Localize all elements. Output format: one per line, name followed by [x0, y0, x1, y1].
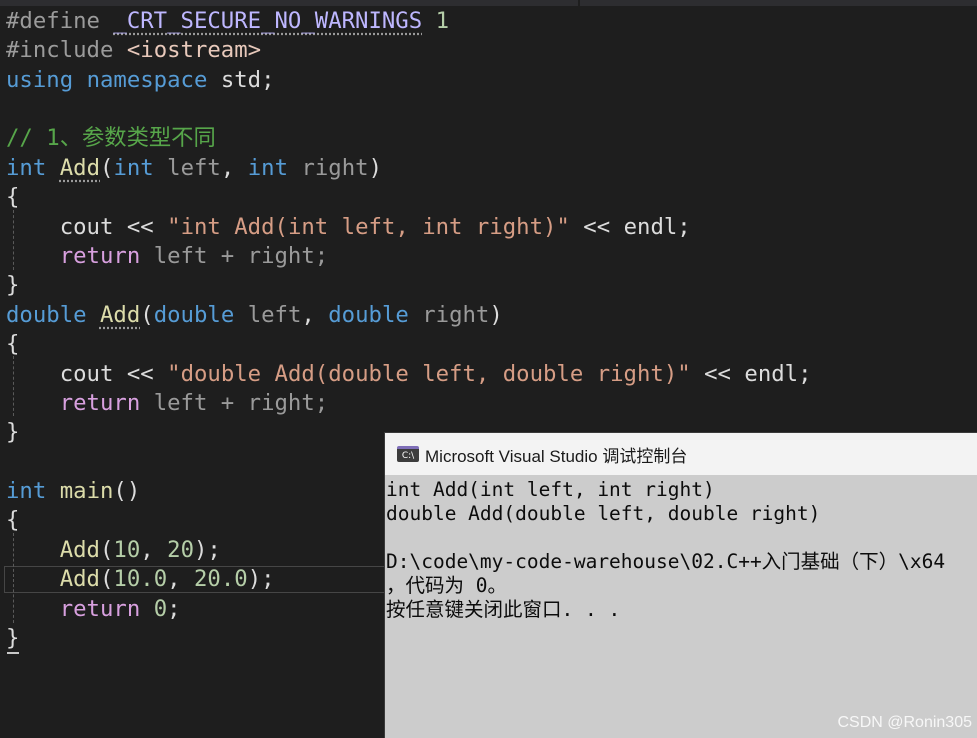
console-app-icon: C:\	[397, 446, 419, 462]
code-line-using: using namespace std;	[6, 67, 275, 93]
code-brace-close: }	[6, 419, 20, 445]
code-line-return-int: return left + right;	[59, 243, 329, 269]
preprocessor-define: #define	[6, 8, 100, 34]
console-line: double Add(double left, double right)	[386, 502, 821, 525]
code-brace-close: }	[6, 625, 20, 651]
code-line-int-add-signature: int Add(int left, int right)	[6, 155, 382, 181]
console-titlebar[interactable]: C:\ Microsoft Visual Studio 调试控制台	[385, 433, 977, 475]
indent-guide	[13, 356, 14, 416]
console-line: D:\code\my-code-warehouse\02.C++入门基础（下）\…	[386, 550, 946, 573]
code-brace-open: {	[6, 331, 20, 357]
code-line-main-signature: int main()	[6, 478, 141, 504]
code-line-double-add-signature: double Add(double left, double right)	[6, 302, 503, 328]
code-line-return-double: return left + right;	[59, 390, 329, 416]
console-title: Microsoft Visual Studio 调试控制台	[425, 446, 688, 466]
code-line-call-double: Add(10.0, 20.0);	[59, 566, 275, 592]
macro-name: _CRT_SECURE_NO_WARNINGS	[113, 8, 423, 34]
macro-value: 1	[435, 8, 450, 34]
console-output[interactable]: int Add(int left, int right) double Add(…	[385, 475, 977, 738]
console-line: 按任意键关闭此窗口. . .	[386, 598, 621, 621]
watermark: CSDN @Ronin305	[837, 714, 972, 731]
code-comment: // 1、参数类型不同	[6, 125, 216, 151]
indent-guide	[13, 533, 14, 623]
indent-guide	[13, 210, 14, 270]
editor-top-strip	[0, 0, 977, 6]
preprocessor-include: #include	[6, 37, 114, 63]
debug-console-window[interactable]: C:\ Microsoft Visual Studio 调试控制台 int Ad…	[384, 432, 977, 738]
code-line-include: #include <iostream>	[6, 36, 261, 65]
code-brace-open: {	[6, 507, 20, 533]
code-line-cout-int: cout << "int Add(int left, int right)" <…	[59, 214, 691, 240]
code-brace-open: {	[6, 184, 20, 210]
include-file: <iostream>	[126, 37, 262, 63]
text-cursor	[7, 652, 19, 654]
code-line-call-int: Add(10, 20);	[59, 537, 221, 563]
console-line: int Add(int left, int right)	[386, 478, 715, 501]
code-line-cout-double: cout << "double Add(double left, double …	[59, 361, 812, 387]
code-brace-close: }	[6, 272, 20, 298]
code-line-define: #define _CRT_SECURE_NO_WARNINGS 1	[6, 7, 449, 36]
code-line-return-zero: return 0;	[59, 596, 181, 622]
console-line: ，代码为 0。	[386, 574, 507, 597]
